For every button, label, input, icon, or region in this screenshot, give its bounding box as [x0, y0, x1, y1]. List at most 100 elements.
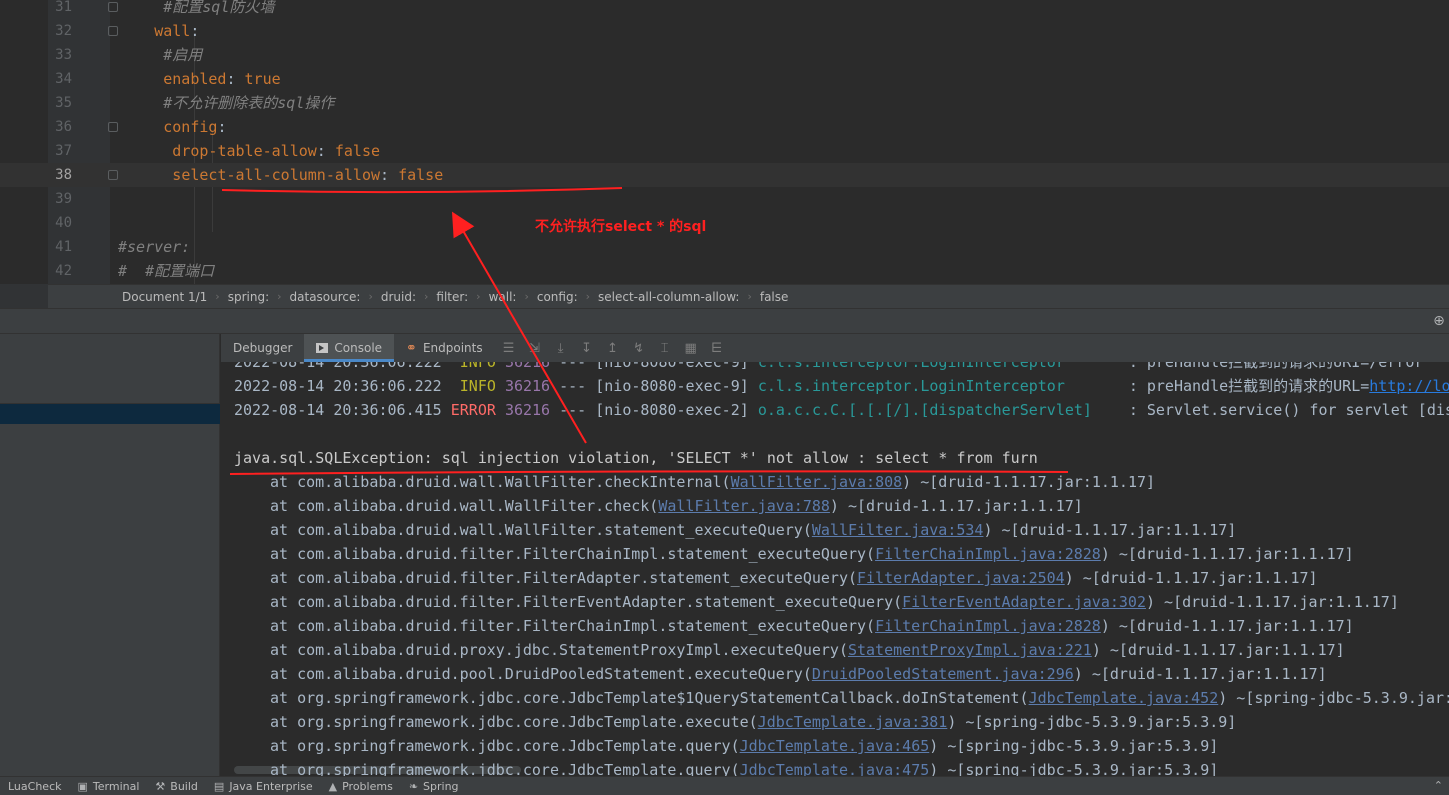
- code-line[interactable]: 35 #不允许删除表的sql操作: [0, 91, 1449, 115]
- tab-debugger-label: Debugger: [233, 341, 293, 355]
- log-pid: 36216: [504, 401, 560, 419]
- tool-build[interactable]: ⚒ Build: [147, 780, 206, 793]
- layout-icon[interactable]: ⋿: [709, 341, 725, 356]
- log-pid: 36216: [504, 362, 560, 371]
- code-line[interactable]: 36 config:: [0, 115, 1449, 139]
- yaml-colon: :: [380, 166, 399, 184]
- bottom-tool-bar: ⌃ LuaCheck ▣ Terminal ⚒ Build ▤ Java Enterpris…: [0, 776, 1449, 795]
- code-line[interactable]: 39: [0, 187, 1449, 211]
- stack-source-link[interactable]: DruidPooledStatement.java:296: [812, 665, 1074, 683]
- tool-label: Java Enterprise: [229, 779, 313, 793]
- tool-spring[interactable]: ❧ Spring: [401, 780, 467, 793]
- console-output[interactable]: 2022-08-14 20:36:06.222 INFO 36216 --- […: [221, 362, 1449, 776]
- fold-marker-icon[interactable]: [108, 170, 118, 180]
- code-line[interactable]: 31 #配置sql防火墙: [0, 0, 1449, 19]
- menu-icon[interactable]: ☰: [501, 341, 517, 356]
- code-line[interactable]: 37 drop-table-allow: false: [0, 139, 1449, 163]
- yaml-colon: :: [190, 22, 200, 40]
- gear-icon[interactable]: ⊕: [1431, 313, 1447, 329]
- frame-row[interactable]: [0, 364, 220, 404]
- breadcrumb-item: Document 1/1: [122, 289, 208, 304]
- stack-method: at com.alibaba.druid.filter.FilterAdapte…: [270, 569, 857, 587]
- stack-source-link[interactable]: FilterChainImpl.java:2828: [875, 545, 1101, 563]
- breadcrumb-item[interactable]: datasource:: [290, 290, 361, 304]
- table-icon[interactable]: ▦: [683, 341, 699, 356]
- line-number: 37: [55, 143, 72, 159]
- log-pid: 36216: [504, 377, 560, 395]
- breadcrumb-item[interactable]: config:: [537, 290, 578, 304]
- code-line[interactable]: 41 #server:: [0, 235, 1449, 259]
- log-level: ERROR: [450, 401, 505, 419]
- yaml-editor[interactable]: 31 #配置sql防火墙 32 wall: 33 #启用 34 enabled: true 35…: [0, 0, 1449, 284]
- stack-source-link[interactable]: JdbcTemplate.java:475: [740, 761, 930, 776]
- log-message: : preHandle拦截到的请求的URL=: [1128, 377, 1370, 395]
- code-line[interactable]: 33 #启用: [0, 43, 1449, 67]
- hammer-icon: ⚒: [155, 779, 166, 793]
- stack-method: at com.alibaba.druid.pool.DruidPooledSta…: [270, 665, 812, 683]
- tab-console[interactable]: Console: [304, 334, 395, 362]
- stack-jar: ) ~[spring-jdbc-5.3.9.jar:5.3.9]: [929, 761, 1219, 776]
- breadcrumb-item[interactable]: false: [760, 290, 789, 304]
- code-line[interactable]: 42 # #配置端口: [0, 259, 1449, 283]
- show-execution-point-icon[interactable]: ⇲: [527, 341, 543, 356]
- code-line[interactable]: 40: [0, 211, 1449, 235]
- breadcrumb-item[interactable]: filter:: [436, 290, 468, 304]
- stack-method: at org.springframework.jdbc.core.JdbcTem…: [270, 689, 1029, 707]
- evaluate-expression-icon[interactable]: ⌶: [657, 341, 673, 356]
- stack-source-link[interactable]: FilterAdapter.java:2504: [857, 569, 1065, 587]
- yaml-key: enabled: [163, 70, 227, 88]
- tool-label: LuaCheck: [8, 779, 62, 793]
- stack-source-link[interactable]: FilterChainImpl.java:2828: [875, 617, 1101, 635]
- log-link[interactable]: http://loc: [1369, 377, 1449, 395]
- debug-tab-bar: Debugger Console ⚭ Endpoints ☰ ⇲ ⤓ ↧ ↥ ↯…: [221, 334, 1449, 362]
- tool-problems[interactable]: ▲ Problems: [321, 780, 401, 793]
- fold-marker-icon[interactable]: [108, 122, 118, 132]
- yaml-colon: :: [226, 70, 245, 88]
- step-over-icon[interactable]: ⤓: [553, 341, 569, 356]
- code-line[interactable]: 38 select-all-column-allow: false: [0, 163, 1449, 187]
- fold-marker-icon[interactable]: [108, 2, 118, 12]
- selected-frame-row[interactable]: [0, 404, 220, 424]
- breadcrumb-item[interactable]: wall:: [489, 290, 517, 304]
- code-line[interactable]: 32 wall:: [0, 19, 1449, 43]
- expand-icon[interactable]: ⌃: [1434, 779, 1443, 792]
- tab-endpoints[interactable]: ⚭ Endpoints: [394, 334, 495, 362]
- log-separator: ---: [559, 401, 596, 419]
- stack-jar: ) ~[druid-1.1.17.jar:1.1.17]: [1100, 617, 1354, 635]
- line-number: 31: [55, 0, 72, 15]
- stack-source-link[interactable]: JdbcTemplate.java:452: [1029, 689, 1219, 707]
- tool-java-enterprise[interactable]: ▤ Java Enterprise: [206, 780, 321, 793]
- stack-source-link[interactable]: JdbcTemplate.java:465: [740, 737, 930, 755]
- stack-source-link[interactable]: WallFilter.java:788: [658, 497, 830, 515]
- tab-console-label: Console: [334, 341, 383, 355]
- code-line[interactable]: 34 enabled: true: [0, 67, 1449, 91]
- stack-frame: at com.alibaba.druid.filter.FilterChainI…: [270, 542, 1354, 566]
- yaml-comment: #启用: [163, 46, 203, 64]
- log-logger: o.a.c.c.C.[.[.[/].[dispatcherServlet]: [757, 401, 1092, 419]
- stack-source-link[interactable]: FilterEventAdapter.java:302: [902, 593, 1146, 611]
- tool-label: Build: [170, 779, 198, 793]
- breadcrumb-separator-icon: ›: [476, 290, 481, 303]
- stack-method: at org.springframework.jdbc.core.JdbcTem…: [270, 761, 740, 776]
- stack-frame: at com.alibaba.druid.filter.FilterEventA…: [270, 590, 1399, 614]
- stack-source-link[interactable]: WallFilter.java:808: [731, 473, 903, 491]
- breadcrumb-item[interactable]: select-all-column-allow:: [598, 290, 739, 304]
- console-icon: [316, 343, 329, 353]
- breadcrumb-item[interactable]: spring:: [228, 290, 269, 304]
- tab-debugger[interactable]: Debugger: [221, 334, 304, 362]
- tool-terminal[interactable]: ▣ Terminal: [70, 780, 148, 793]
- stack-source-link[interactable]: JdbcTemplate.java:381: [758, 713, 948, 731]
- step-out-icon[interactable]: ↥: [605, 341, 621, 356]
- run-to-cursor-icon[interactable]: ↯: [631, 341, 647, 356]
- yaml-comment: #不允许删除表的sql操作: [163, 94, 335, 112]
- stack-frame: at org.springframework.jdbc.core.JdbcTem…: [270, 734, 1218, 758]
- line-number: 40: [55, 215, 72, 231]
- yaml-key: config: [163, 118, 218, 136]
- breadcrumb-item[interactable]: druid:: [381, 290, 416, 304]
- code-text: select-all-column-allow: false: [172, 163, 443, 187]
- fold-marker-icon[interactable]: [108, 26, 118, 36]
- step-into-icon[interactable]: ↧: [579, 341, 595, 356]
- stack-source-link[interactable]: WallFilter.java:534: [812, 521, 984, 539]
- stack-source-link[interactable]: StatementProxyImpl.java:221: [848, 641, 1092, 659]
- tool-luacheck[interactable]: LuaCheck: [0, 780, 70, 793]
